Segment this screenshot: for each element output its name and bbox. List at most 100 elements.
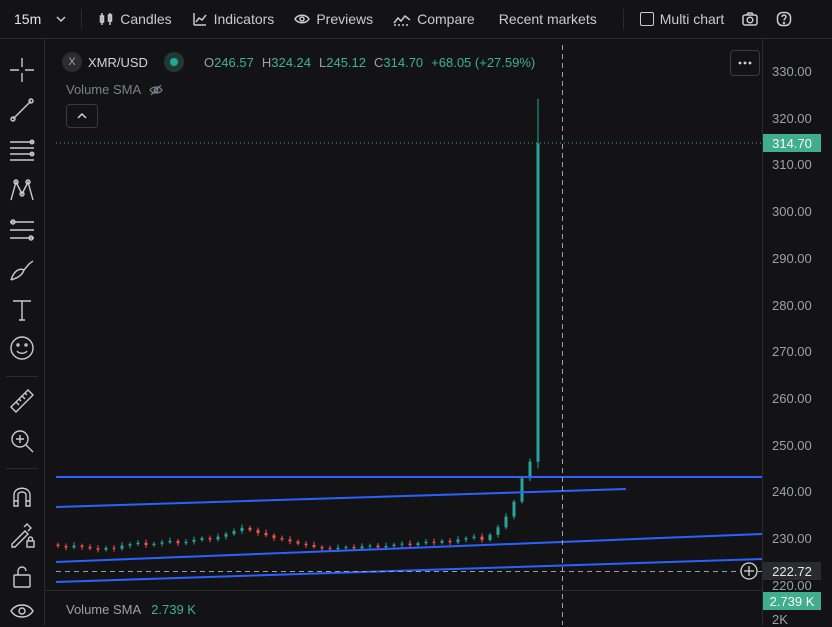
candle-body xyxy=(336,547,340,550)
volume-indicator-value: 2.739 K xyxy=(151,602,196,617)
low-value: 245.12 xyxy=(326,54,366,70)
candle-body xyxy=(456,539,460,543)
candle-body xyxy=(400,543,404,545)
candle-body xyxy=(240,527,244,532)
volume-indicator-name: Volume SMA xyxy=(66,602,142,617)
candle-body xyxy=(360,546,364,549)
trendline-middle[interactable] xyxy=(55,533,763,563)
candle-body xyxy=(384,546,388,548)
candle-body xyxy=(80,545,84,547)
candle-body xyxy=(216,536,220,540)
candle-body xyxy=(272,535,276,539)
candle-body xyxy=(512,501,516,517)
crosshair-price-badge: 222.72 xyxy=(763,562,821,580)
volume-legend[interactable]: Volume SMA 2.739 K xyxy=(66,602,196,617)
candle-body xyxy=(504,516,508,528)
candle-body xyxy=(104,547,108,550)
open-label: O xyxy=(203,54,215,70)
candle-body xyxy=(424,541,428,544)
price-axis-label: 290.00 xyxy=(772,250,812,266)
price-axis-label: 250.00 xyxy=(772,437,812,453)
candle-body xyxy=(152,543,156,546)
chevron-up-icon xyxy=(77,112,87,119)
candle-body xyxy=(144,542,148,546)
price-axis-label: 320.00 xyxy=(772,110,812,126)
candle-body xyxy=(472,536,476,539)
candle-body xyxy=(536,143,540,462)
change-value: +68.05 (+27.59%) xyxy=(431,54,536,70)
candle-body xyxy=(184,541,188,544)
candle-body xyxy=(128,544,132,546)
candle-body xyxy=(160,542,164,544)
candle-body xyxy=(520,478,524,502)
price-axis-label: 230.00 xyxy=(772,531,812,546)
symbol-name[interactable]: XMR/USD xyxy=(88,55,148,70)
candle-body xyxy=(72,545,76,548)
candle-body xyxy=(264,532,268,536)
candle-body xyxy=(296,541,300,544)
candles-group xyxy=(56,98,540,553)
candle-body xyxy=(248,527,252,531)
candle-body xyxy=(168,540,172,543)
candle-body xyxy=(480,536,484,540)
candle-body xyxy=(288,539,292,542)
candle-body xyxy=(416,543,420,546)
trendline-lower[interactable] xyxy=(55,558,763,583)
candle-body xyxy=(464,538,468,540)
close-value: 314.70 xyxy=(383,54,424,70)
more-dots-icon xyxy=(738,61,752,65)
candle-body xyxy=(256,530,260,533)
candle-body xyxy=(448,540,452,543)
candle-body xyxy=(232,531,236,534)
status-dot xyxy=(169,58,178,66)
candle-body xyxy=(328,548,332,550)
candle-body xyxy=(312,545,316,547)
eye-hidden-icon[interactable] xyxy=(149,84,163,96)
candle-body xyxy=(352,546,356,549)
candle-body xyxy=(440,540,444,543)
candle-body xyxy=(136,542,140,545)
candle-body xyxy=(368,545,372,547)
candle-body xyxy=(344,546,348,548)
indicator-legend[interactable]: Volume SMA xyxy=(66,82,163,97)
symbol-logo: X xyxy=(62,52,82,72)
candle-body xyxy=(392,544,396,547)
trendline-upper[interactable] xyxy=(55,488,627,508)
candle-body xyxy=(376,545,380,548)
candle-body xyxy=(96,548,100,550)
price-axis-label: 260.00 xyxy=(772,390,812,406)
candle-body xyxy=(224,533,228,537)
candle-body xyxy=(320,546,324,549)
candle-body xyxy=(200,538,204,540)
candle-body xyxy=(208,538,212,540)
candle-body xyxy=(488,534,492,540)
price-axis-label: 240.00 xyxy=(772,484,812,500)
candle-body xyxy=(176,540,180,544)
last-price-badge: 314.70 xyxy=(763,134,821,152)
high-value: 324.24 xyxy=(271,54,311,70)
candle-body xyxy=(496,527,500,535)
price-axis-label: 270.00 xyxy=(772,344,812,360)
open-value: 246.57 xyxy=(214,54,254,70)
price-axis-label: 330.00 xyxy=(772,64,812,79)
high-label: H xyxy=(261,54,272,70)
candle-body xyxy=(432,541,436,543)
candle-body xyxy=(120,545,124,549)
crosshair-add-icon[interactable] xyxy=(740,562,758,580)
candle-body xyxy=(192,539,196,542)
candle-body xyxy=(528,461,532,479)
price-axis-label: 310.00 xyxy=(772,157,812,173)
candle-body xyxy=(88,546,92,549)
volume-value-badge: 2.739 K xyxy=(763,592,821,610)
candle-body xyxy=(280,538,284,540)
low-label: L xyxy=(319,54,327,70)
price-axis-label: 280.00 xyxy=(772,297,812,313)
price-axis-label: 300.00 xyxy=(772,204,812,220)
market-status-indicator xyxy=(163,52,184,72)
collapse-legend-button[interactable] xyxy=(66,104,98,128)
more-options-button[interactable] xyxy=(730,50,760,76)
price-axis[interactable]: 330.00 320.00 310.00 300.00 290.00 280.00 270.… xyxy=(772,0,832,625)
candle-body xyxy=(304,543,308,546)
symbol-legend: X XMR/USD O 246.57 H 324.24 L 245.12 C 314.7… xyxy=(62,52,535,72)
candle-body xyxy=(56,544,60,547)
